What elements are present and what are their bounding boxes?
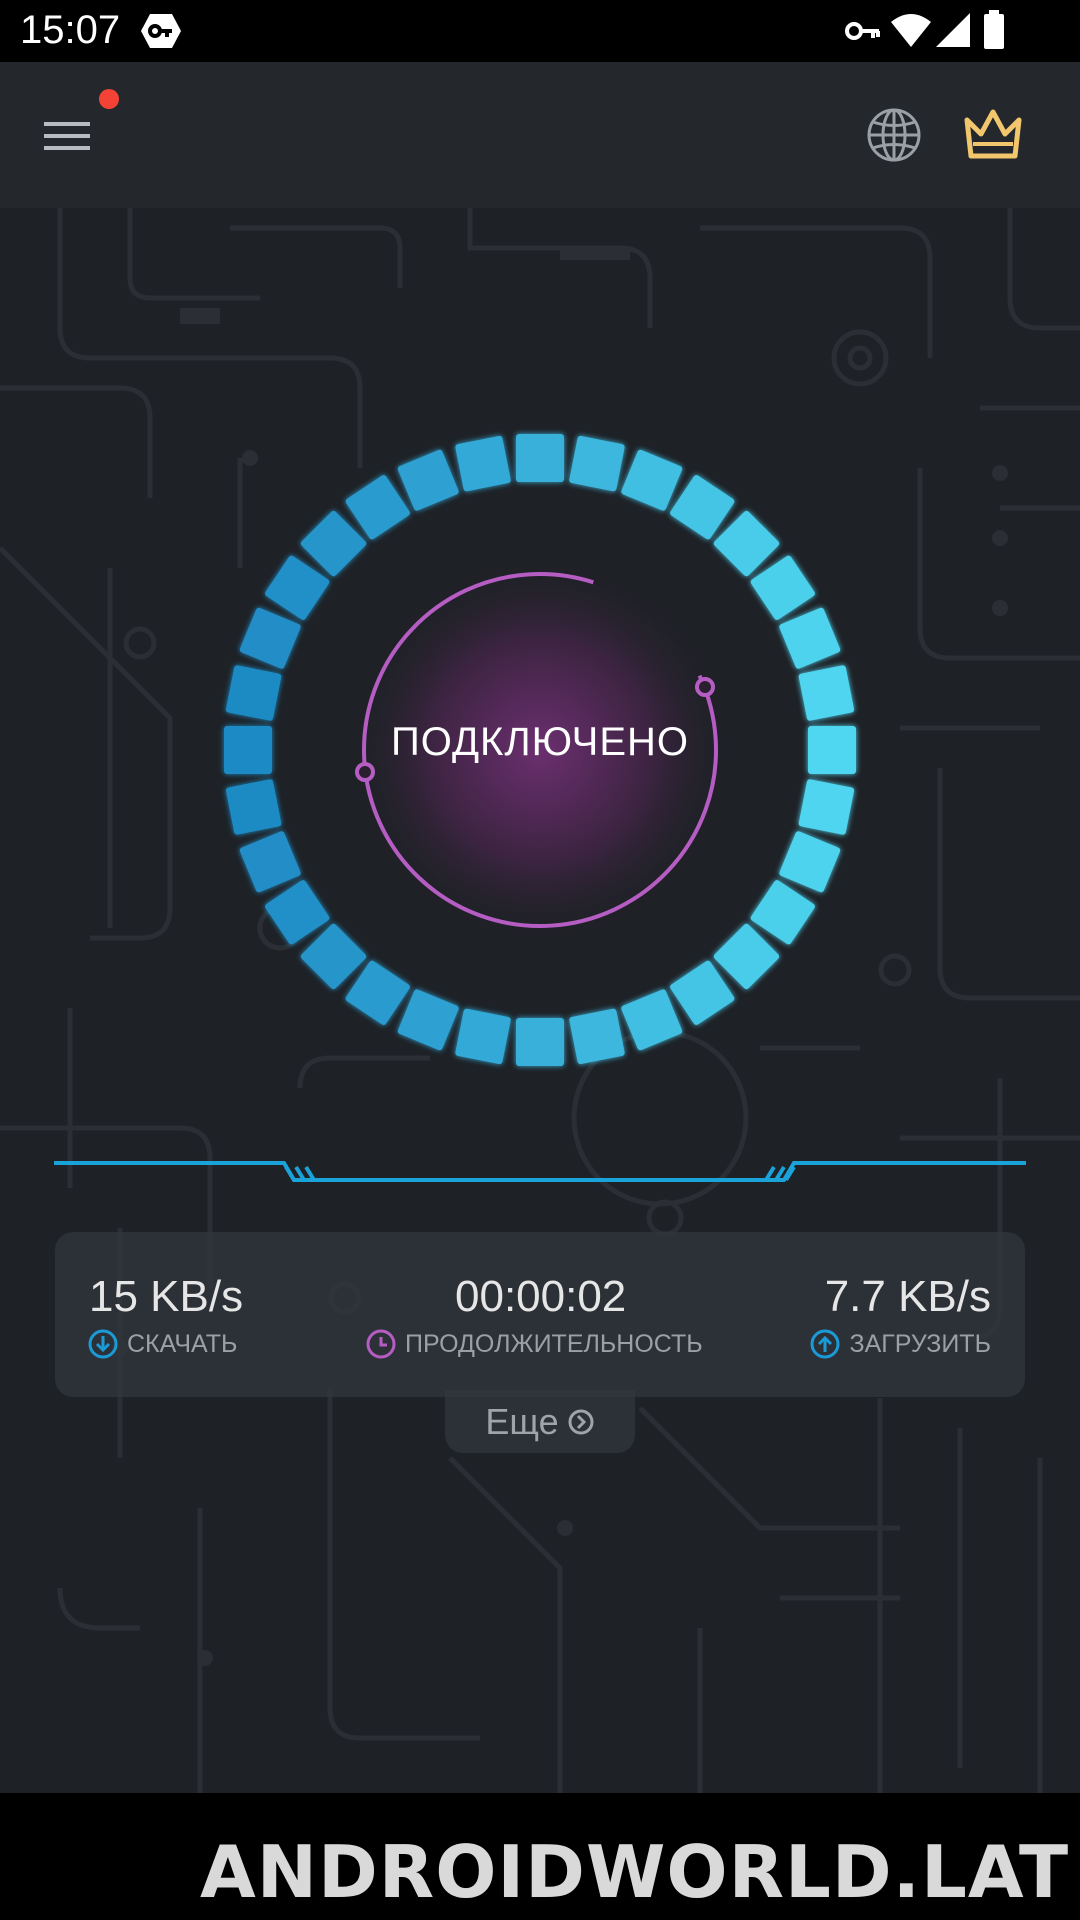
- ring-segment: [670, 475, 735, 540]
- download-label: СКАЧАТЬ: [87, 1328, 237, 1360]
- more-label: Еще: [485, 1400, 559, 1442]
- cell-signal-icon: [936, 13, 970, 47]
- download-speed-value: 15 KB/s: [89, 1272, 244, 1321]
- ring-segment: [397, 449, 459, 511]
- upload-arrow-icon: [810, 1329, 840, 1359]
- more-button[interactable]: Еще: [445, 1390, 635, 1453]
- download-label-text: СКАЧАТЬ: [127, 1329, 238, 1358]
- ring-segment: [455, 435, 511, 492]
- ring-segment: [225, 665, 282, 721]
- app-bar: [0, 62, 1080, 208]
- duration-label: ПРОДОЛЖИТЕЛЬНОСТЬ: [365, 1328, 703, 1360]
- ring-segment: [670, 960, 735, 1025]
- ring-segment: [300, 923, 367, 990]
- status-time: 15:07: [20, 8, 121, 52]
- globe-icon[interactable]: [866, 107, 922, 163]
- upload-label: ЗАГРУЗИТЬ: [809, 1328, 991, 1360]
- ring-segment: [750, 880, 815, 945]
- ring-segment: [345, 960, 410, 1025]
- duration-label-text: ПРОДОЛЖИТЕЛЬНОСТЬ: [405, 1329, 703, 1358]
- ring-segment: [397, 989, 459, 1051]
- vpn-main-screen: 15:07 ПОДКЛЮЧЕНО 15 KB/s СКАЧАТЬ 00:00:0…: [0, 0, 1080, 1920]
- ring-segment: [516, 434, 564, 482]
- download-arrow-icon: [88, 1329, 118, 1359]
- duration-value: 00:00:02: [455, 1272, 627, 1321]
- ring-segment: [345, 475, 410, 540]
- status-bar: 15:07: [0, 0, 1080, 62]
- divider-line: [54, 1161, 1026, 1182]
- clock-icon: [366, 1329, 396, 1359]
- watermark-text: ANDROIDWORLD.LAT: [200, 1830, 1070, 1914]
- vpn-app-icon: [141, 14, 181, 48]
- stats-panel: 15 KB/s СКАЧАТЬ 00:00:02 ПРОДОЛЖИТЕЛЬНОС…: [55, 1232, 1025, 1397]
- ring-segment: [239, 831, 301, 893]
- ring-segment: [798, 665, 855, 721]
- ring-segment: [455, 1008, 511, 1065]
- ring-segment: [265, 880, 330, 945]
- wifi-icon: [891, 14, 931, 47]
- ring-segment: [265, 555, 330, 620]
- ring-segment: [621, 449, 683, 511]
- ring-segment: [300, 510, 367, 577]
- ring-segment: [713, 510, 780, 577]
- ring-segment: [750, 555, 815, 620]
- upload-label-text: ЗАГРУЗИТЬ: [849, 1329, 991, 1358]
- ring-segment: [239, 607, 301, 669]
- battery-icon: [984, 10, 1004, 49]
- ring-segment: [621, 989, 683, 1051]
- key-icon: [845, 22, 880, 40]
- ring-segment: [569, 1008, 625, 1065]
- connection-status: ПОДКЛЮЧЕНО: [390, 720, 690, 764]
- ring-segment: [798, 779, 855, 835]
- ring-segment: [225, 779, 282, 835]
- ring-segment: [713, 923, 780, 990]
- chevron-circle-right-icon: [568, 1409, 594, 1434]
- upload-speed-value: 7.7 KB/s: [824, 1272, 991, 1321]
- notification-dot: [99, 89, 119, 109]
- ring-segment: [779, 607, 841, 669]
- ring-segment: [516, 1018, 564, 1066]
- ring-segment: [779, 831, 841, 893]
- menu-icon[interactable]: [40, 114, 96, 158]
- crown-icon[interactable]: [962, 106, 1024, 162]
- ring-segment: [569, 435, 625, 492]
